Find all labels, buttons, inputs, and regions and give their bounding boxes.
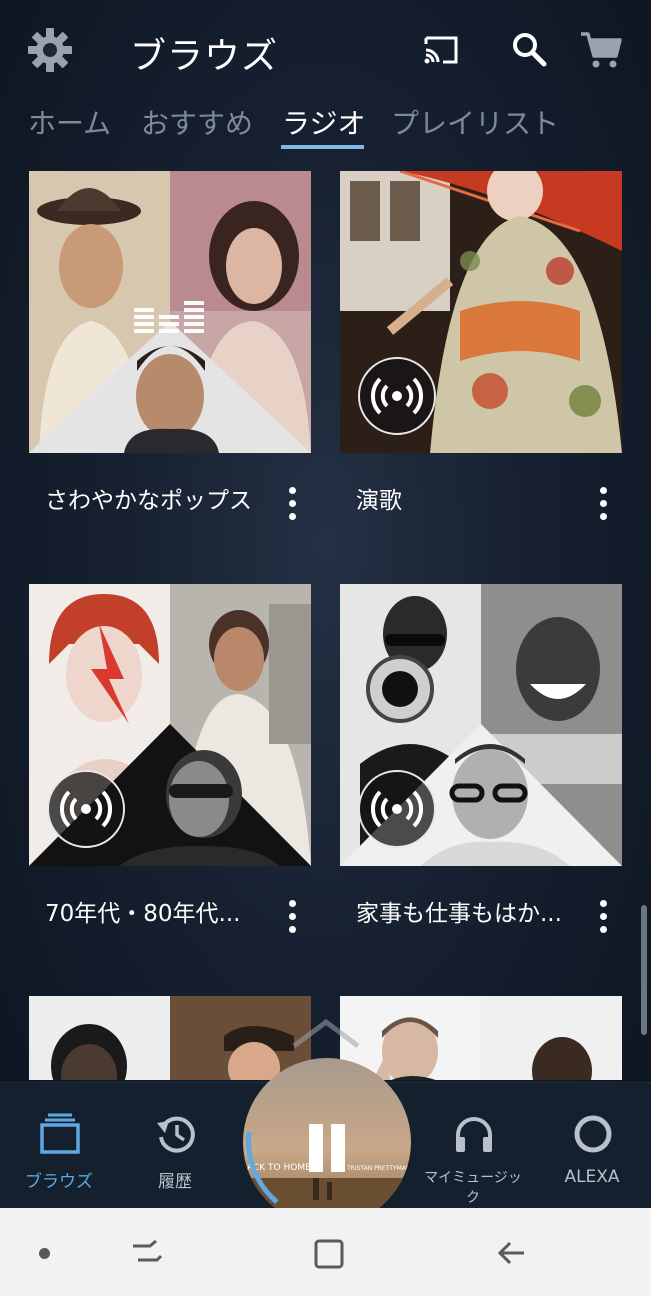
active-tab-indicator: [281, 145, 364, 149]
scrollbar[interactable]: [641, 905, 647, 1035]
station-artwork[interactable]: [29, 171, 311, 453]
tab-radio[interactable]: ラジオ: [282, 102, 365, 142]
cast-icon[interactable]: [423, 34, 459, 66]
dot-icon[interactable]: [39, 1248, 50, 1259]
more-options-icon[interactable]: [283, 900, 301, 934]
nav-browse[interactable]: ブラウズ: [4, 1083, 114, 1208]
back-icon[interactable]: [496, 1236, 530, 1270]
station-artwork[interactable]: [29, 996, 311, 1080]
station-title[interactable]: 演歌: [356, 481, 576, 515]
chevron-up-icon[interactable]: [290, 1016, 362, 1048]
station-title[interactable]: さわやかなポップス: [45, 481, 265, 515]
cart-icon[interactable]: [580, 30, 622, 70]
radio-station-icon: [358, 357, 436, 435]
radio-station-icon: [47, 770, 125, 848]
alexa-icon: [574, 1115, 612, 1153]
album-text-left: ACK TO HOME: [247, 1163, 311, 1173]
station-grid: さわやかなポップス 演歌 70年代・80年代... 家事も仕事もはか...: [0, 150, 651, 1080]
station-artwork[interactable]: [340, 171, 622, 453]
browse-icon: [40, 1113, 80, 1154]
nav-label: マイミュージック: [424, 1170, 522, 1206]
search-icon[interactable]: [511, 31, 547, 67]
more-options-icon[interactable]: [594, 900, 612, 934]
tab-home[interactable]: ホーム: [28, 102, 111, 142]
headphones-icon: [456, 1117, 492, 1152]
header: ブラウズ: [0, 0, 651, 100]
app-screen: ブラウズ ホーム おすすめ ラジオ プレイリスト さわやかなポップス 演歌 70…: [0, 0, 651, 1208]
tab-bar: ホーム おすすめ ラジオ プレイリスト: [0, 98, 651, 150]
album-text-right: TRISTAN PRETTYMAN: [346, 1165, 410, 1172]
nav-history[interactable]: 履歴: [120, 1083, 230, 1208]
station-artwork[interactable]: [29, 584, 311, 866]
system-navigation-bar: [0, 1208, 651, 1296]
nav-label: ALEXA: [564, 1167, 620, 1187]
radio-station-icon: [358, 770, 436, 848]
nav-label: 履歴: [158, 1172, 192, 1192]
gear-icon[interactable]: [26, 26, 74, 74]
nav-alexa[interactable]: ALEXA: [537, 1083, 647, 1208]
pause-icon[interactable]: [331, 1124, 345, 1172]
tab-recommended[interactable]: おすすめ: [141, 102, 253, 142]
nav-my-music[interactable]: マイミュージック: [418, 1083, 528, 1208]
station-artwork[interactable]: [340, 996, 622, 1080]
nav-label: ブラウズ: [25, 1172, 93, 1192]
station-title[interactable]: 70年代・80年代...: [45, 894, 265, 928]
history-icon: [157, 1116, 195, 1153]
more-options-icon[interactable]: [594, 487, 612, 521]
recent-apps-icon[interactable]: [130, 1236, 164, 1270]
pause-icon[interactable]: [309, 1124, 323, 1172]
album-art: ACK TO HOME TRISTAN PRETTYMAN: [243, 1058, 411, 1226]
now-playing-button[interactable]: ACK TO HOME TRISTAN PRETTYMAN: [243, 1058, 411, 1226]
station-title[interactable]: 家事も仕事もはか...: [356, 894, 576, 928]
tab-playlist[interactable]: プレイリスト: [391, 102, 559, 142]
more-options-icon[interactable]: [283, 487, 301, 521]
home-icon[interactable]: [313, 1236, 347, 1270]
station-artwork[interactable]: [340, 584, 622, 866]
page-title: ブラウズ: [130, 36, 279, 77]
